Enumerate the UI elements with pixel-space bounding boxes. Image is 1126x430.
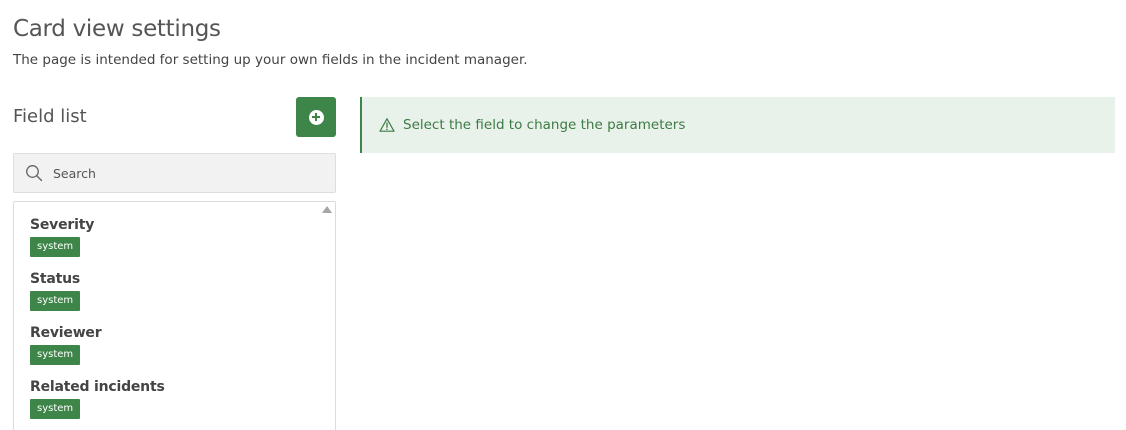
field-name: Reviewer (30, 325, 102, 341)
system-badge: system (30, 291, 81, 311)
plus-circle-icon (308, 109, 324, 125)
field-name: Related incidents (30, 379, 165, 395)
list-item-related-incidents[interactable]: Related incidents system (30, 379, 165, 419)
field-list-title: Field list (13, 106, 87, 127)
system-badge: system (30, 399, 81, 419)
list-item-reviewer[interactable]: Reviewer system (30, 325, 102, 365)
system-badge: system (30, 345, 81, 365)
info-notice-text: Select the field to change the parameter… (403, 117, 686, 133)
scroll-up-arrow-icon[interactable] (322, 206, 332, 213)
add-field-button[interactable] (296, 97, 336, 137)
page-subtitle: The page is intended for setting up your… (13, 52, 528, 68)
field-list: Severity system Status system Reviewer s… (13, 201, 336, 430)
page: Card view settings The page is intended … (0, 0, 1126, 430)
info-notice: Select the field to change the parameter… (360, 97, 1115, 153)
system-badge: system (30, 237, 81, 257)
list-item-severity[interactable]: Severity system (30, 217, 94, 257)
search-icon (26, 165, 43, 182)
search-box[interactable] (13, 153, 336, 193)
field-name: Severity (30, 217, 95, 233)
list-item-status[interactable]: Status system (30, 271, 80, 311)
search-input[interactable] (53, 165, 313, 181)
field-name: Status (30, 271, 81, 287)
page-title: Card view settings (13, 16, 221, 42)
warning-triangle-icon (379, 118, 395, 132)
